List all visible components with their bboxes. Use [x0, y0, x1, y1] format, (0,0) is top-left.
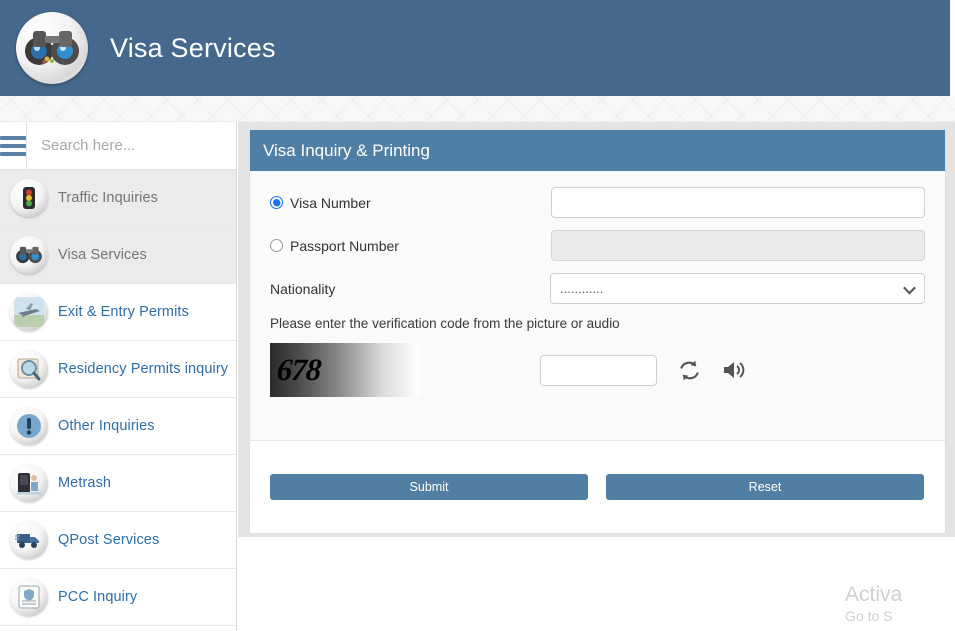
- captcha-input[interactable]: [540, 354, 657, 386]
- hamburger-bar: [0, 135, 26, 140]
- panel-body: Visa Number Passport Number Nationality: [250, 171, 945, 467]
- windows-activation-watermark: Activa Go to S: [845, 583, 955, 625]
- sidebar-item-label: QPost Services: [58, 532, 160, 548]
- nationality-select[interactable]: ............: [550, 273, 925, 304]
- sidebar-item-pcc-inquiry[interactable]: PCC Inquiry: [0, 569, 236, 626]
- hamburger-bar: [0, 151, 26, 156]
- watermark-line-2: Go to S: [845, 608, 893, 624]
- delivery-van-icon: [10, 521, 48, 559]
- header-right-gap: [950, 0, 955, 96]
- app-title: Visa Services: [110, 32, 276, 63]
- binoculars-icon: [10, 236, 48, 274]
- page-root: Visa Services Search here... Traffic Inq…: [0, 0, 955, 631]
- speaker-glyph: [724, 362, 745, 378]
- refresh-icon[interactable]: [677, 358, 702, 383]
- exclamation-glyph: [17, 414, 41, 438]
- captcha-hint: Please enter the verification code from …: [270, 316, 620, 331]
- captcha-text: 678: [275, 352, 322, 387]
- visa-number-radio[interactable]: [270, 196, 283, 209]
- visa-number-label-group: Visa Number: [270, 195, 551, 211]
- delivery-van-glyph: [15, 534, 39, 548]
- binoculars-icon: [16, 12, 88, 84]
- captcha-image: 678: [270, 343, 420, 397]
- sidebar-item-exit-entry-permits[interactable]: Exit & Entry Permits: [0, 284, 236, 341]
- sidebar-item-residency-permits-inquiry[interactable]: Residency Permits inquiry: [0, 341, 236, 398]
- certificate-icon: [10, 578, 48, 616]
- airplane-icon: [10, 293, 48, 331]
- sidebar-item-traffic-inquiries[interactable]: Traffic Inquiries: [0, 170, 236, 227]
- watermark-line-1: Activa: [845, 583, 903, 606]
- hamburger-bar: [0, 143, 26, 148]
- nationality-select-wrap: ............: [550, 273, 925, 304]
- sidebar-item-label: Traffic Inquiries: [58, 190, 159, 206]
- hamburger-icon[interactable]: [0, 122, 27, 169]
- traffic-light-icon: [10, 179, 48, 217]
- sidebar: Traffic Inquiries Visa Services: [0, 122, 254, 631]
- kiosk-icon: [10, 464, 48, 502]
- panel-footer: Submit Reset: [250, 441, 945, 533]
- sidebar-item-label: Exit & Entry Permits: [58, 304, 189, 320]
- visa-number-row: Visa Number: [270, 187, 925, 218]
- passport-number-row: Passport Number: [270, 230, 925, 261]
- sidebar-item-label: Other Inquiries: [58, 418, 155, 434]
- sidebar-item-label: PCC Inquiry: [58, 589, 138, 605]
- passport-number-radio[interactable]: [270, 239, 283, 252]
- search-input[interactable]: [27, 122, 254, 169]
- captcha-row: 678: [270, 343, 925, 397]
- submit-button[interactable]: Submit: [270, 474, 588, 500]
- sidebar-item-qpost-services[interactable]: QPost Services: [0, 512, 236, 569]
- ornament-band: [0, 96, 955, 122]
- magnifier-doc-glyph: [17, 358, 41, 381]
- panel-title: Visa Inquiry & Printing: [263, 140, 430, 160]
- exclamation-icon: [10, 407, 48, 445]
- app-header: Visa Services: [0, 0, 950, 96]
- binoculars-glyph: [16, 246, 42, 264]
- kiosk-glyph: [17, 473, 41, 495]
- passport-number-input[interactable]: [551, 230, 925, 261]
- magnifier-doc-icon: [10, 350, 48, 388]
- passport-number-label: Passport Number: [290, 237, 399, 254]
- panel-header: Visa Inquiry & Printing: [250, 130, 945, 171]
- sidebar-item-metrash[interactable]: Metrash: [0, 455, 236, 512]
- visa-number-input[interactable]: [551, 187, 925, 218]
- reset-button[interactable]: Reset: [606, 474, 924, 500]
- sidebar-search-row: [0, 122, 254, 170]
- certificate-glyph: [18, 585, 40, 609]
- passport-number-label-group: Passport Number: [270, 238, 551, 254]
- body-area: Traffic Inquiries Visa Services: [0, 122, 955, 631]
- sidebar-item-label: Residency Permits inquiry: [58, 361, 229, 377]
- sidebar-item-label: Visa Services: [58, 247, 147, 263]
- binoculars-glyph: [25, 31, 79, 65]
- visa-inquiry-panel: Visa Inquiry & Printing Visa Number Pass…: [250, 130, 945, 533]
- nationality-label: Nationality: [270, 280, 336, 297]
- visa-number-label: Visa Number: [290, 194, 371, 211]
- sidebar-item-other-inquiries[interactable]: Other Inquiries: [0, 398, 236, 455]
- airplane-glyph: [14, 297, 44, 327]
- sidebar-item-visa-services[interactable]: Visa Services: [0, 227, 236, 284]
- speaker-icon[interactable]: [722, 358, 748, 382]
- sidebar-item-label: Metrash: [58, 475, 112, 491]
- traffic-light-glyph: [23, 187, 35, 209]
- nationality-row: Nationality ............: [270, 273, 925, 304]
- refresh-glyph: [680, 360, 699, 380]
